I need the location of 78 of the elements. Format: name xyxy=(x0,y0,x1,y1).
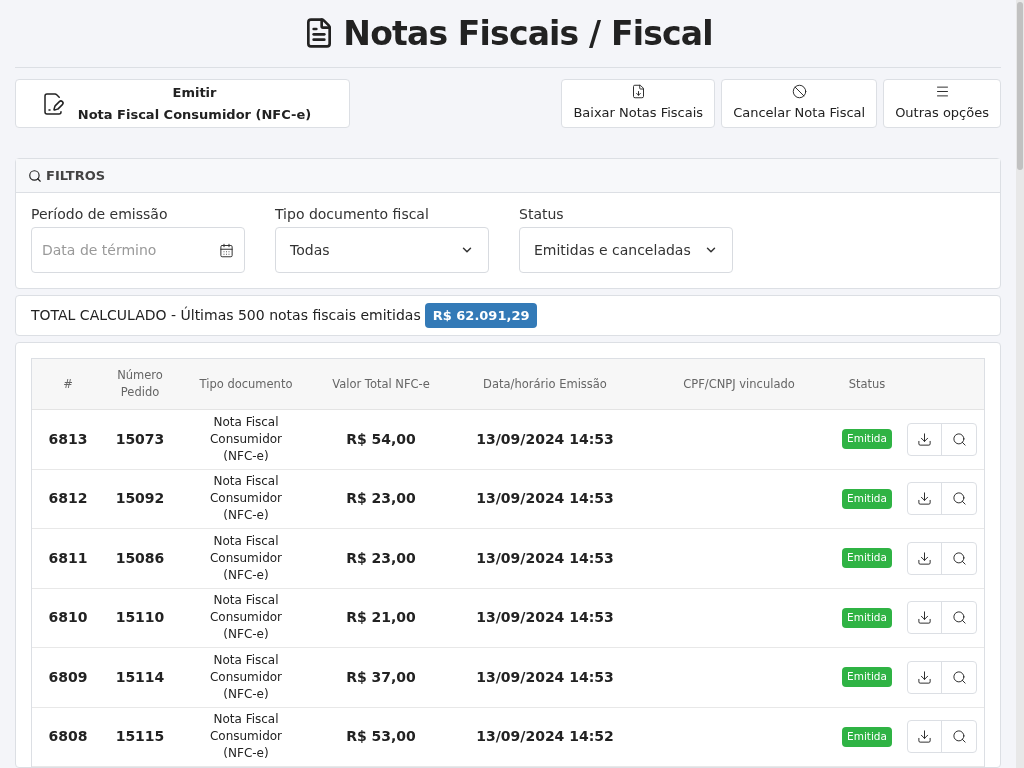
table-cell-text: 13/09/2024 14:52 xyxy=(475,727,615,747)
emit-nfce-button[interactable]: Emitir Nota Fiscal Consumidor (NFC-e) xyxy=(15,78,350,129)
scrollbar[interactable] xyxy=(1016,0,1024,768)
column-header: Número Pedido xyxy=(116,367,164,401)
table-cell-text: 6809 xyxy=(47,667,89,687)
field-label: Tipo documento fiscal xyxy=(275,205,430,225)
status-badge: Emitida xyxy=(842,726,892,747)
table-cell-text: 15092 xyxy=(114,489,166,509)
column-header: Tipo documento xyxy=(198,375,294,393)
action-button[interactable]: Cancelar Nota Fiscal xyxy=(721,78,878,129)
column-header: CPF/CNPJ vinculado xyxy=(682,375,796,393)
table-cell-text: 6810 xyxy=(47,608,89,628)
table-cell-text: Nota Fiscal Consumidor (NFC-e) xyxy=(208,711,284,763)
total-value: R$ 62.091,29 xyxy=(424,303,538,329)
calendar-icon xyxy=(219,242,234,258)
table-cell-text: 6813 xyxy=(47,429,89,449)
action-button[interactable]: Outras opções xyxy=(883,78,1001,129)
table-cell-text: 6811 xyxy=(47,548,89,568)
table-cell-text: R$ 21,00 xyxy=(345,608,417,628)
column-header: Status xyxy=(847,375,887,393)
table-cell-text: 13/09/2024 14:53 xyxy=(475,667,615,687)
table-cell-text: Nota Fiscal Consumidor (NFC-e) xyxy=(208,473,284,525)
status-badge: Emitida xyxy=(842,667,892,688)
table-cell-text: 15114 xyxy=(114,667,166,687)
file-download-icon xyxy=(630,84,646,100)
action-button[interactable]: Baixar Notas Fiscais xyxy=(561,78,716,129)
column-header: Valor Total NFC-e xyxy=(331,375,431,393)
table-cell-text: 15073 xyxy=(114,429,166,449)
table-cell-text: 13/09/2024 14:53 xyxy=(475,548,615,568)
status-badge: Emitida xyxy=(842,429,892,450)
download-icon xyxy=(917,491,932,507)
search-icon xyxy=(951,729,967,745)
column-header: Data/horário Emissão xyxy=(482,375,608,393)
menu-icon xyxy=(934,84,950,100)
table-cell-text: 13/09/2024 14:53 xyxy=(475,489,615,509)
search-icon xyxy=(951,669,967,685)
table-cell-text: R$ 23,00 xyxy=(345,489,417,509)
table-cell-text: 15086 xyxy=(114,548,166,568)
field-label: Período de emissão xyxy=(31,205,169,225)
search-icon xyxy=(951,550,967,566)
status-badge: Emitida xyxy=(842,548,892,569)
search-icon xyxy=(951,491,967,507)
table-cell-text: 6812 xyxy=(47,489,89,509)
table-cell-text: Nota Fiscal Consumidor (NFC-e) xyxy=(208,592,284,644)
select-field[interactable]: Todas xyxy=(275,227,489,274)
cancel-icon xyxy=(791,84,807,100)
table-cell-text: Nota Fiscal Consumidor (NFC-e) xyxy=(208,413,284,465)
table-cell-text: 15110 xyxy=(114,608,166,628)
table-cell-text: 15115 xyxy=(114,727,166,747)
table-cell-text: R$ 37,00 xyxy=(345,667,417,687)
status-badge: Emitida xyxy=(842,488,892,509)
select-value: Todas xyxy=(290,240,330,260)
download-icon xyxy=(917,729,932,745)
column-header: # xyxy=(62,375,74,393)
download-icon xyxy=(917,669,932,685)
table-cell-text: R$ 53,00 xyxy=(345,727,417,747)
search-icon xyxy=(951,610,967,626)
table-cell-text: Nota Fiscal Consumidor (NFC-e) xyxy=(208,532,284,584)
table-cell-text: R$ 23,00 xyxy=(345,548,417,568)
select-value: Emitidas e canceladas xyxy=(534,240,691,260)
search-icon xyxy=(951,431,967,447)
table-cell-text: Nota Fiscal Consumidor (NFC-e) xyxy=(208,651,284,703)
filters-title: FILTROS xyxy=(46,167,106,186)
search-icon xyxy=(28,168,42,183)
table-cell-text: 13/09/2024 14:53 xyxy=(475,429,615,449)
download-icon xyxy=(917,610,932,626)
download-icon xyxy=(917,550,932,566)
total-label: TOTAL CALCULADO - Últimas 500 notas fiscais emitidas xyxy=(31,305,421,326)
select-field[interactable]: Emitidas e canceladas xyxy=(519,227,733,274)
download-icon xyxy=(917,431,932,447)
table-cell-text: R$ 54,00 xyxy=(345,429,417,449)
document-signature-icon xyxy=(41,91,65,116)
status-badge: Emitida xyxy=(842,607,892,628)
field-placeholder: Data de término xyxy=(42,240,157,260)
field-label: Status xyxy=(519,205,565,225)
page-title: Notas Fiscais / Fiscal xyxy=(343,12,713,55)
table-cell-text: 13/09/2024 14:53 xyxy=(475,608,615,628)
table-cell-text: 6808 xyxy=(47,727,89,747)
